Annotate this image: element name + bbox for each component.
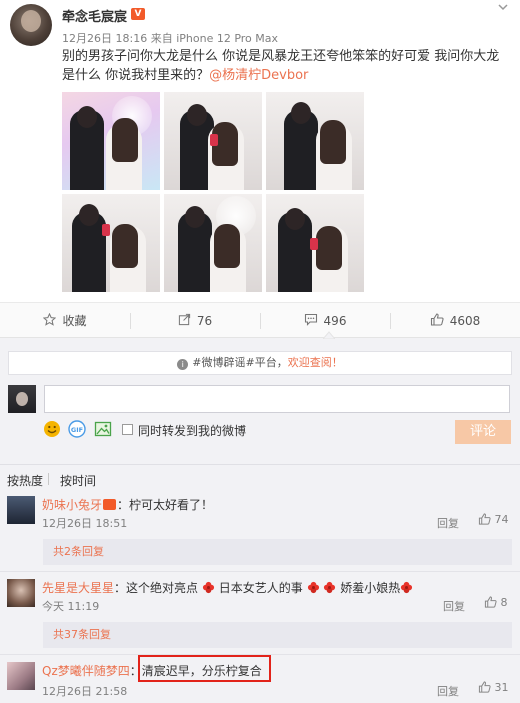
comment-like-count: 74 xyxy=(494,513,509,526)
sub-replies-link[interactable]: 共37条回复 xyxy=(43,622,512,648)
flower-icon xyxy=(307,581,319,594)
sort-time-tab[interactable]: 按时间 xyxy=(60,472,96,489)
post-text: 别的男孩子问你大龙是什么 你说是风暴龙王还夸他笨笨的好可爱 我问你大龙是什么 你… xyxy=(62,47,512,85)
comment-like-button[interactable]: 74 xyxy=(478,513,509,526)
comment-colon: ： xyxy=(114,581,127,595)
mention-link[interactable]: @杨清柠Devbor xyxy=(209,68,308,83)
photo-2[interactable] xyxy=(164,92,262,190)
favorite-button[interactable]: 收藏 xyxy=(0,303,130,339)
comment-time: 12月26日 21:58 xyxy=(42,685,128,698)
sort-divider xyxy=(0,464,520,465)
commenter-avatar[interactable] xyxy=(7,662,35,690)
reply-button[interactable]: 回复 xyxy=(437,515,459,531)
comment-colon: ： xyxy=(117,498,130,512)
rumor-prefix: #微博辟谣#平台， xyxy=(192,356,288,369)
repost-checkbox[interactable] xyxy=(122,424,133,435)
comment-text: 柠可太好看了！ xyxy=(129,498,214,512)
favorite-label: 收藏 xyxy=(62,314,87,328)
flower-icon xyxy=(202,581,214,594)
info-icon: i xyxy=(177,359,189,370)
commenter-name[interactable]: 奶味小兔牙 xyxy=(42,498,102,512)
comment-input[interactable] xyxy=(44,385,510,413)
rumor-banner[interactable]: i #微博辟谣#平台，欢迎查阅！ xyxy=(8,351,512,375)
post-source-prefix: 来自 xyxy=(150,32,173,45)
like-count: 4608 xyxy=(449,314,481,328)
author-avatar[interactable] xyxy=(10,4,52,46)
flower-icon xyxy=(324,581,336,594)
post-device: iPhone 12 Pro Max xyxy=(176,32,279,45)
reply-button[interactable]: 回复 xyxy=(437,683,459,699)
highlight-box xyxy=(138,655,271,682)
action-bar: 收藏 76 496 4608 xyxy=(0,302,520,338)
comment-pointer-arrow xyxy=(323,331,335,339)
repost-checkbox-label[interactable]: 同时转发到我的微博 xyxy=(138,422,246,439)
photo-4[interactable] xyxy=(62,194,160,292)
thumbs-up-icon xyxy=(430,304,444,340)
photo-1[interactable] xyxy=(62,92,160,190)
repost-count: 76 xyxy=(196,314,213,328)
image-icon[interactable] xyxy=(94,420,112,438)
comment-like-count: 8 xyxy=(500,596,508,609)
post-time[interactable]: 12月26日 18:16 xyxy=(62,32,147,45)
commenter-name[interactable]: 先星是大星星 xyxy=(42,581,114,595)
post-meta: 12月26日 18:16 来自 iPhone 12 Pro Max xyxy=(62,30,278,46)
repost-icon xyxy=(178,304,191,340)
thumbs-up-icon xyxy=(478,513,491,525)
sort-hot-tab[interactable]: 按热度 xyxy=(7,472,43,489)
author-name[interactable]: 牵念毛宸宸 xyxy=(62,6,127,25)
sub-replies-link[interactable]: 共2条回复 xyxy=(43,539,512,565)
comment-text-part: 娇羞小娘热 xyxy=(340,581,401,595)
my-avatar[interactable] xyxy=(8,385,36,413)
star-icon xyxy=(43,304,57,340)
comment-text-part: 这个绝对亮点 xyxy=(126,581,199,595)
comment-time: 12月26日 18:51 xyxy=(42,517,128,530)
svg-text:GIF: GIF xyxy=(71,426,83,434)
thumbs-up-icon xyxy=(478,681,491,693)
commenter-avatar[interactable] xyxy=(7,579,35,607)
comment-icon xyxy=(304,304,318,340)
comment-count: 496 xyxy=(323,314,347,328)
comment-like-button[interactable]: 8 xyxy=(484,596,508,609)
submit-comment-button[interactable]: 评论 xyxy=(455,420,511,444)
repost-button[interactable]: 76 xyxy=(130,303,260,339)
gif-icon[interactable]: GIF xyxy=(68,420,86,438)
flower-icon xyxy=(401,581,413,594)
comment-time: 今天 11:19 xyxy=(42,600,100,613)
thumbs-up-icon xyxy=(484,596,497,608)
comment-like-count: 31 xyxy=(494,681,509,694)
commenter-avatar[interactable] xyxy=(7,496,35,524)
rumor-link[interactable]: 欢迎查阅！ xyxy=(288,356,343,369)
comment-like-button[interactable]: 31 xyxy=(478,681,509,694)
emoji-icon[interactable] xyxy=(43,420,61,438)
photo-5[interactable] xyxy=(164,194,262,292)
photo-3[interactable] xyxy=(266,92,364,190)
commenter-name[interactable]: Qz梦曦伴随梦四 xyxy=(42,664,130,678)
vip-badge-icon: V xyxy=(131,8,145,20)
chevron-down-icon[interactable] xyxy=(498,0,508,14)
comment-line: 先星是大星星：这个绝对亮点 日本女艺人的事 娇羞小娘热 xyxy=(42,579,413,596)
photo-6[interactable] xyxy=(266,194,364,292)
comment-line: 奶味小兔牙 ：柠可太好看了！ xyxy=(42,496,213,513)
like-button[interactable]: 4608 xyxy=(390,303,520,339)
reply-button[interactable]: 回复 xyxy=(443,598,465,614)
vip-badge-icon xyxy=(103,499,117,510)
comment-text-part: 日本女艺人的事 xyxy=(218,581,303,595)
